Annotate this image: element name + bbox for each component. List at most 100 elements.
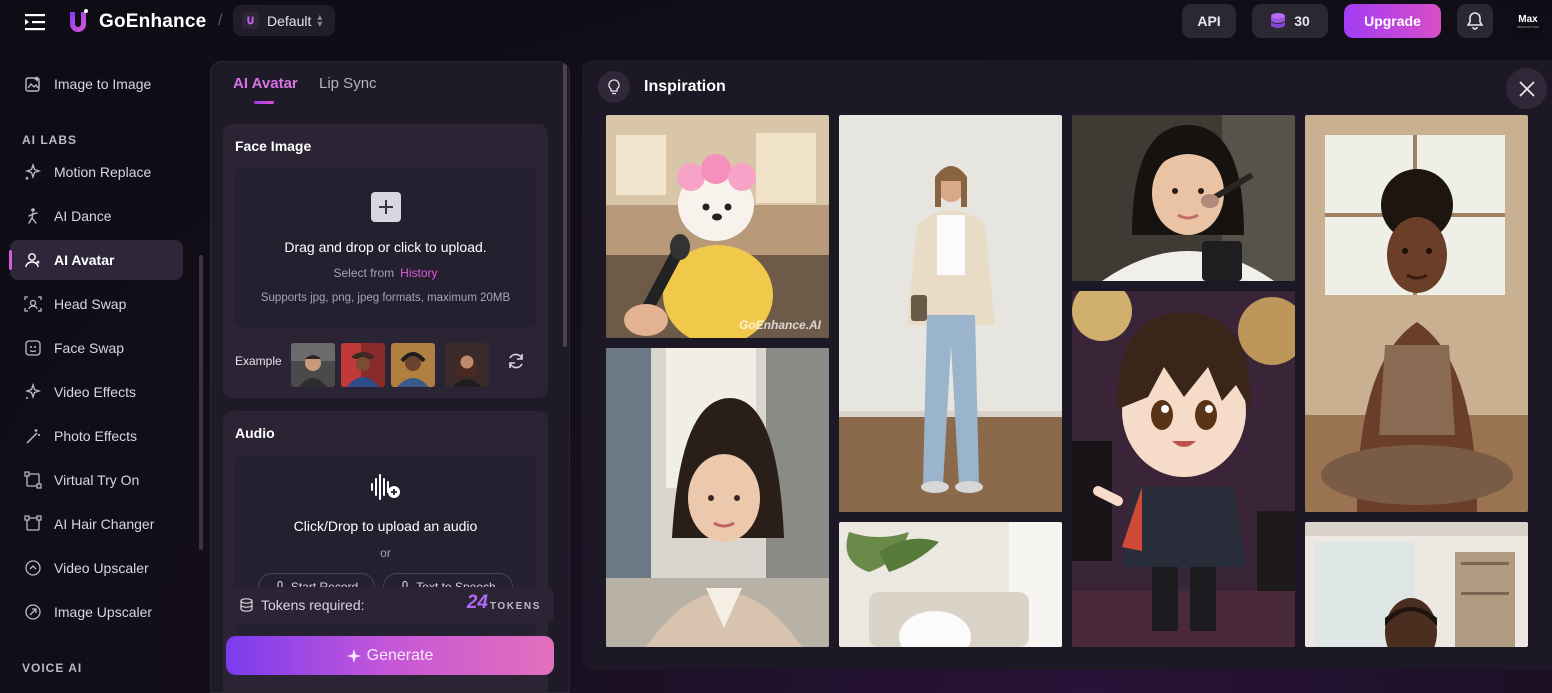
sidebar-item-label: Face Swap (54, 340, 125, 356)
workspace-logo-icon (242, 12, 259, 29)
audio-upload-icon (370, 474, 402, 507)
panel-scrollbar[interactable] (563, 62, 567, 347)
history-link[interactable]: History (400, 266, 437, 280)
workspace-selector[interactable]: Default ▴ ▾ (233, 5, 335, 36)
example-label: Example (235, 354, 282, 368)
dance-icon (23, 207, 42, 226)
profile-name: Max (1518, 14, 1538, 25)
profile-subtitle: PRODUCTIONS (1516, 25, 1540, 29)
sparkle-icon (23, 383, 42, 402)
generate-label: Generate (366, 646, 434, 664)
image-icon (23, 75, 42, 94)
face-select-from: Select from History (235, 266, 536, 280)
sparkle-icon (346, 648, 361, 663)
tokens-required-bar: Tokens required: 24 TOKENS (226, 587, 554, 623)
face-formats-hint: Supports jpg, png, jpeg formats, maximum… (260, 292, 511, 304)
sidebar-item-head-swap[interactable]: Head Swap (10, 284, 183, 324)
sidebar-item-photo-effects[interactable]: Photo Effects (10, 416, 183, 456)
inspiration-panel: Inspiration GoEnhance.AI (582, 60, 1552, 670)
example-thumb-2[interactable] (341, 343, 385, 387)
sidebar-item-label: AI Avatar (54, 252, 115, 268)
sidebar-item-virtual-try-on[interactable]: Virtual Try On (10, 460, 183, 500)
audio-or-label: or (380, 546, 391, 560)
tile-anime-singer[interactable] (1072, 291, 1295, 647)
sidebar-item-video-effects[interactable]: Video Effects (10, 372, 183, 412)
lightbulb-icon (598, 71, 630, 103)
tile-living-room[interactable] (839, 522, 1062, 647)
section-voice-ai: VOICE AI (22, 661, 83, 675)
wand-icon (23, 427, 42, 446)
tokens-count: 24 (466, 592, 488, 613)
sidebar: Image to Image AI LABS Motion Replace AI… (0, 62, 200, 693)
sidebar-item-label: Virtual Try On (54, 472, 140, 488)
example-thumb-4[interactable] (445, 343, 489, 387)
tile-dog-salon[interactable]: GoEnhance.AI (606, 115, 829, 338)
upgrade-button[interactable]: Upgrade (1344, 4, 1441, 38)
breadcrumb-separator: / (218, 12, 223, 29)
face-image-dropzone[interactable]: Drag and drop or click to upload. Select… (235, 168, 536, 327)
face-image-title: Face Image (235, 138, 312, 154)
sidebar-item-video-upscaler[interactable]: Video Upscaler (10, 548, 183, 588)
sidebar-item-motion-replace[interactable]: Motion Replace (10, 152, 183, 192)
sidebar-item-face-swap[interactable]: Face Swap (10, 328, 183, 368)
credits-button[interactable]: 30 (1252, 4, 1328, 38)
notifications-button[interactable] (1457, 4, 1493, 38)
avatar-icon (23, 251, 42, 270)
coins-icon (240, 598, 253, 612)
close-icon[interactable] (1506, 68, 1547, 109)
sidebar-item-image-to-image[interactable]: Image to Image (10, 64, 183, 104)
upscale-icon (23, 559, 42, 578)
bell-icon (1467, 12, 1483, 30)
top-bar: GoEnhance / Default ▴ ▾ API 30 Upgrade Ma… (0, 0, 1552, 44)
sidebar-item-ai-hair-changer[interactable]: AI Hair Changer (10, 504, 183, 544)
face-image-card: Face Image Drag and drop or click to upl… (223, 124, 548, 398)
audio-title: Audio (235, 425, 275, 441)
audio-dropzone-title: Click/Drop to upload an audio (293, 518, 478, 534)
tab-lip-sync[interactable]: Lip Sync (319, 75, 377, 92)
refresh-icon[interactable] (506, 351, 526, 371)
workspace-name: Default (267, 12, 312, 29)
profile-avatar[interactable]: Max PRODUCTIONS (1513, 9, 1543, 35)
sidebar-item-label: AI Hair Changer (54, 516, 155, 532)
sidebar-item-ai-dance[interactable]: AI Dance (10, 196, 183, 236)
menu-toggle-icon[interactable] (24, 12, 46, 32)
app-name: GoEnhance (99, 11, 207, 32)
sidebar-item-label: Image to Image (54, 76, 152, 92)
sidebar-item-label: Motion Replace (54, 164, 152, 180)
tile-woman-yoga[interactable] (1305, 115, 1528, 512)
tile-woman-city[interactable] (606, 348, 829, 647)
frame-icon (23, 515, 42, 534)
sidebar-item-image-upscaler[interactable]: Image Upscaler (10, 592, 183, 632)
sidebar-item-label: Photo Effects (54, 428, 138, 444)
api-button[interactable]: API (1182, 4, 1236, 38)
plus-icon (371, 192, 401, 222)
sidebar-item-label: Video Effects (54, 384, 136, 400)
upscale-icon (23, 603, 42, 622)
sidebar-item-ai-avatar[interactable]: AI Avatar (9, 240, 183, 280)
credits-count: 30 (1294, 13, 1310, 29)
tile-woman-makeup[interactable] (1072, 115, 1295, 281)
tab-ai-avatar[interactable]: AI Avatar (233, 75, 298, 92)
chevron-updown-icon: ▴ ▾ (317, 11, 323, 30)
sparkle-icon (23, 163, 42, 182)
tile-woman-jeans[interactable] (839, 115, 1062, 512)
generate-button[interactable]: Generate (226, 636, 554, 675)
tile-man-office[interactable] (1305, 522, 1528, 647)
sidebar-scrollbar[interactable] (199, 255, 203, 550)
active-tab-indicator (254, 101, 274, 104)
watermark: GoEnhance.AI (738, 318, 821, 332)
frame-icon (23, 471, 42, 490)
face-dropzone-title: Drag and drop or click to upload. (284, 239, 487, 255)
example-thumb-3[interactable] (391, 343, 435, 387)
tokens-required-label: Tokens required: (261, 597, 365, 613)
sidebar-item-label: Image Upscaler (54, 604, 153, 620)
app-logo[interactable]: GoEnhance (64, 6, 206, 38)
inspiration-title: Inspiration (644, 78, 726, 95)
coins-icon (1271, 13, 1286, 28)
example-thumb-1[interactable] (291, 343, 335, 387)
sidebar-item-label: AI Dance (54, 208, 112, 224)
section-ai-labs: AI LABS (22, 133, 77, 147)
select-from-label: Select from (333, 266, 395, 280)
tokens-unit: TOKENS (489, 601, 541, 612)
goenhance-logo-icon (70, 9, 88, 32)
